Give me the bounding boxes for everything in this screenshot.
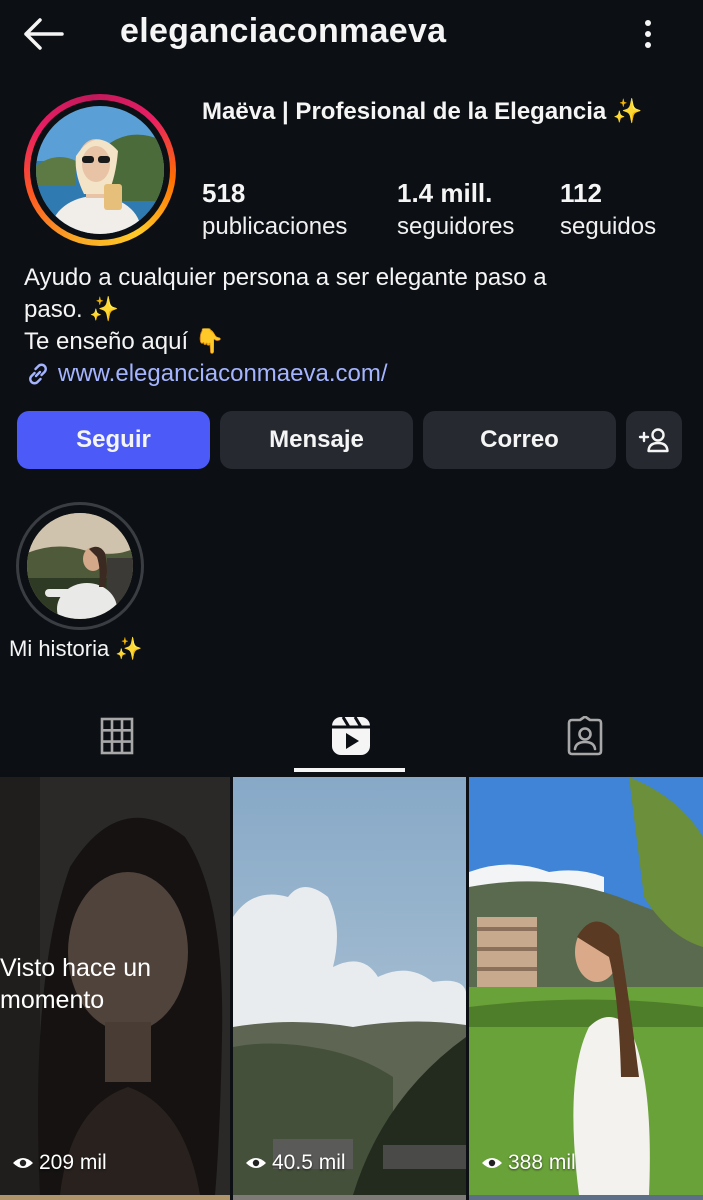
next-row-thumbnail-edge — [233, 1195, 466, 1200]
link-icon — [29, 363, 47, 385]
view-count: 40.5 mil — [245, 1151, 346, 1175]
message-button[interactable]: Mensaje — [220, 411, 413, 469]
bio-line: paso. ✨ — [24, 296, 120, 323]
view-count-text: 388 mil — [508, 1151, 576, 1174]
followers-stat[interactable]: 1.4 mill. seguidores — [397, 176, 514, 244]
bio-line: Ayudo a cualquier persona a ser elegante… — [24, 264, 547, 291]
posts-label: publicaciones — [202, 213, 348, 240]
view-count-text: 40.5 mil — [272, 1151, 346, 1174]
next-row-thumbnail-edge — [0, 1195, 230, 1200]
bio-line: Te enseño aquí 👇 — [24, 328, 225, 355]
avatar-photo — [36, 106, 164, 234]
website-link[interactable]: www.eleganciaconmaeva.com/ — [24, 358, 388, 390]
suggested-users-button[interactable] — [626, 411, 682, 469]
tab-posts-grid[interactable] — [0, 700, 234, 772]
viewed-recently-overlay: Visto hace un momento — [0, 952, 220, 1016]
reel-thumbnail[interactable]: Visto hace un momento 209 mil — [0, 777, 230, 1195]
back-arrow-icon[interactable] — [20, 14, 68, 54]
eye-icon — [482, 1158, 502, 1168]
top-bar: eleganciaconmaeva — [0, 0, 703, 70]
eye-icon — [13, 1158, 33, 1168]
following-stat[interactable]: 112 seguidos — [560, 176, 656, 244]
highlight-label: Mi historia ✨ — [9, 636, 143, 661]
view-count: 209 mil — [12, 1151, 107, 1175]
story-highlight[interactable] — [16, 502, 144, 630]
overlay-line: Visto hace un — [0, 954, 152, 982]
reel-thumbnail[interactable]: 388 mil — [469, 777, 703, 1195]
more-options-icon[interactable] — [632, 14, 664, 54]
posts-count: 518 — [202, 178, 246, 208]
next-row-thumbnail-edge — [469, 1195, 703, 1200]
reel-thumbnail[interactable]: 40.5 mil — [233, 777, 466, 1195]
following-count: 112 — [560, 178, 602, 208]
website-url[interactable]: www.eleganciaconmaeva.com/ — [58, 360, 388, 388]
profile-avatar[interactable] — [24, 94, 176, 246]
followers-label: seguidores — [397, 213, 515, 240]
eye-icon — [246, 1158, 266, 1168]
grid-icon — [100, 717, 134, 755]
profile-bio: Ayudo a cualquier persona a ser elegante… — [24, 262, 684, 358]
overlay-line: momento — [0, 986, 105, 1014]
highlight-cover — [27, 513, 133, 619]
add-person-icon — [638, 428, 669, 453]
display-name: Maëva | Profesional de la Elegancia ✨ — [202, 98, 643, 125]
reels-icon — [332, 716, 370, 755]
tab-reels[interactable] — [234, 700, 468, 772]
tab-tagged[interactable] — [468, 700, 702, 772]
tagged-icon — [567, 716, 603, 756]
view-count: 388 mil — [481, 1151, 576, 1175]
view-count-text: 209 mil — [39, 1151, 107, 1174]
follow-button[interactable]: Seguir — [17, 411, 210, 469]
active-tab-indicator — [294, 768, 405, 772]
following-label: seguidos — [560, 213, 657, 240]
posts-stat[interactable]: 518 publicaciones — [202, 176, 347, 244]
profile-username: eleganciaconmaeva — [120, 12, 447, 50]
followers-count: 1.4 mill. — [397, 178, 493, 208]
email-button[interactable]: Correo — [423, 411, 616, 469]
